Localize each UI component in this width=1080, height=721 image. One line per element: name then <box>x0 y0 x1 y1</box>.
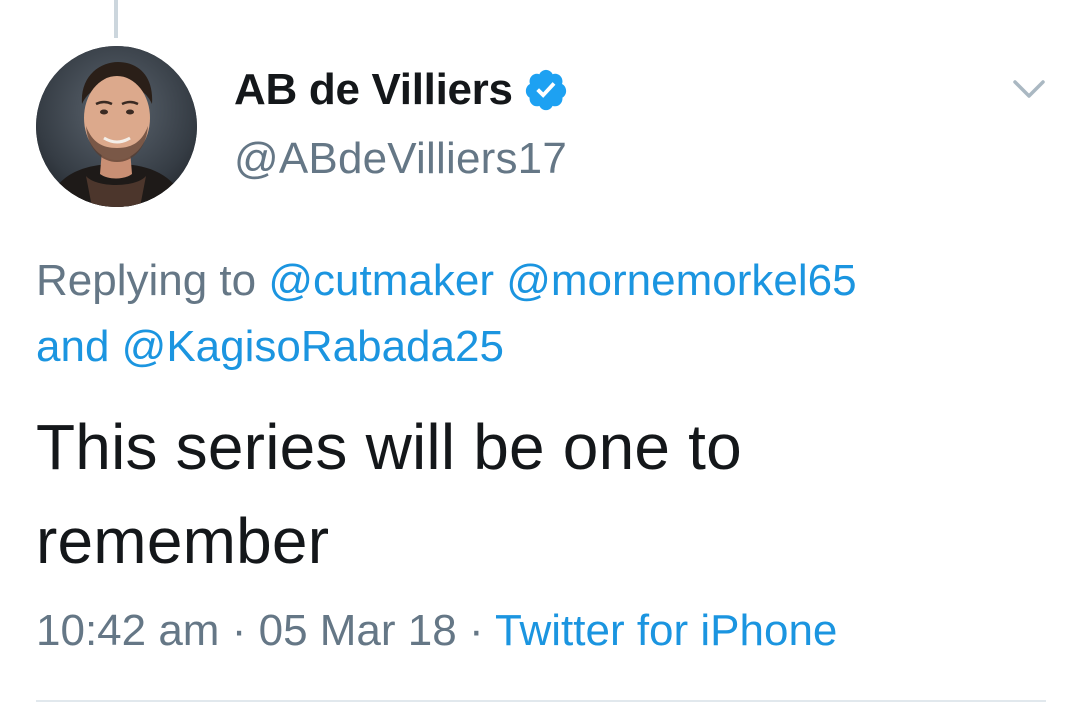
tweet-body-text: This series will be one to remember <box>36 411 742 577</box>
section-divider <box>36 700 1046 702</box>
replying-conjunction[interactable]: and <box>36 322 109 371</box>
author-display-name[interactable]: AB de Villiers <box>234 65 513 115</box>
chevron-down-icon[interactable] <box>1012 76 1046 102</box>
author-avatar[interactable] <box>36 46 197 207</box>
mention-link[interactable]: @cutmaker <box>268 256 494 305</box>
meta-separator: · <box>231 606 247 655</box>
tweet-metadata: 10:42 am · 05 Mar 18 · Twitter for iPhon… <box>36 606 837 656</box>
tweet-time[interactable]: 10:42 am <box>36 606 219 655</box>
replying-to-label: Replying to <box>36 256 257 305</box>
mention-link[interactable]: @KagisoRabada25 <box>122 322 504 371</box>
tweet-header: AB de Villiers @ABdeVilliers17 <box>234 60 569 184</box>
avatar-photo-icon <box>36 46 197 207</box>
meta-separator: · <box>468 606 484 655</box>
mention-link[interactable]: @mornemorkel65 <box>506 256 856 305</box>
author-handle[interactable]: @ABdeVilliers17 <box>234 134 569 184</box>
author-name-row[interactable]: AB de Villiers <box>234 60 569 120</box>
tweet-date[interactable]: 05 Mar 18 <box>259 606 457 655</box>
tweet-source-link[interactable]: Twitter for iPhone <box>495 606 837 655</box>
thread-connector-line <box>114 0 118 38</box>
verified-badge-icon <box>525 69 566 111</box>
replying-to-context: Replying to @cutmaker @mornemorkel65 and… <box>36 248 1046 380</box>
